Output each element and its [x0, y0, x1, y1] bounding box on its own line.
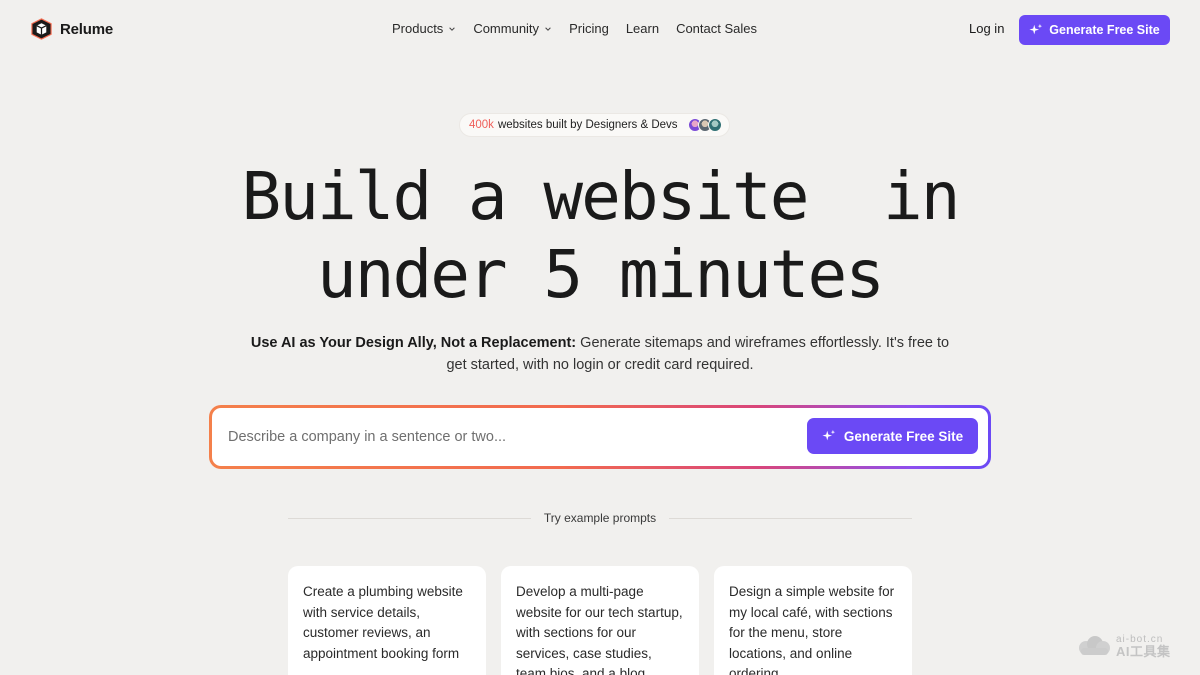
social-proof-badge: 400k websites built by Designers & Devs — [460, 114, 729, 136]
nav-community-label: Community — [473, 21, 540, 36]
nav-contact-sales[interactable]: Contact Sales — [676, 21, 757, 36]
example-prompts-divider: Try example prompts — [288, 510, 913, 526]
watermark-text: ai-bot.cn AI工具集 — [1116, 634, 1171, 658]
watermark: ai-bot.cn AI工具集 — [1076, 634, 1171, 658]
example-prompt-text: Develop a multi-page website for our tec… — [516, 584, 683, 675]
nav-pricing[interactable]: Pricing — [569, 21, 609, 36]
chevron-down-icon — [449, 26, 456, 31]
brand-logo[interactable]: Relume — [30, 17, 113, 41]
nav-generate-label: Generate Free Site — [1049, 23, 1160, 37]
relume-cube-logo-icon — [31, 18, 52, 40]
prompt-box: Generate Free Site — [209, 405, 991, 469]
hero-title: Build a website in under 5 minutes — [0, 158, 1200, 314]
prompt-inner: Generate Free Site — [212, 408, 988, 466]
generate-site-label: Generate Free Site — [843, 428, 964, 444]
login-link[interactable]: Log in — [969, 21, 1004, 36]
nav-pricing-label: Pricing — [569, 21, 609, 36]
avatar-stack — [687, 118, 722, 132]
hero-subtitle-bold: Use AI as Your Design Ally, Not a Replac… — [250, 335, 577, 351]
nav-learn[interactable]: Learn — [626, 21, 659, 36]
chevron-down-icon — [545, 26, 551, 31]
example-prompts-heading: Try example prompts — [543, 511, 657, 525]
divider-line — [288, 517, 531, 519]
example-prompt-text: Design a simple website for my local caf… — [729, 584, 895, 675]
example-prompt-text: Create a plumbing website with service d… — [303, 584, 463, 661]
example-prompt-card[interactable]: Design a simple website for my local caf… — [714, 566, 912, 675]
watermark-logo-icon — [1079, 636, 1110, 655]
company-description-input[interactable] — [228, 408, 788, 466]
avatar — [707, 118, 722, 132]
nav-contact-sales-label: Contact Sales — [676, 21, 757, 36]
hero-title-line-2: under 5 minutes — [316, 236, 885, 313]
brand-name: Relume — [60, 20, 113, 38]
badge-text: websites built by Designers & Devs — [497, 119, 678, 131]
hero-title-line-1: Build a website in — [241, 158, 961, 235]
generate-site-button[interactable]: Generate Free Site — [807, 418, 978, 454]
watermark-name: AI工具集 — [1116, 644, 1171, 659]
nav-community[interactable]: Community — [473, 21, 552, 36]
top-navigation: Relume Products Community Pricing Learn … — [0, 0, 1200, 60]
primary-nav: Products Community Pricing Learn Contact… — [392, 21, 757, 36]
nav-learn-label: Learn — [625, 21, 660, 36]
example-prompt-card[interactable]: Create a plumbing website with service d… — [288, 566, 486, 675]
sparkle-icon — [822, 429, 835, 441]
badge-count: 400k — [469, 119, 494, 131]
sparkle-icon — [1029, 23, 1043, 35]
hero-subtitle: Use AI as Your Design Ally, Not a Replac… — [250, 332, 950, 376]
nav-products-label: Products — [392, 21, 444, 36]
divider-line — [669, 517, 913, 519]
example-prompt-card[interactable]: Develop a multi-page website for our tec… — [501, 566, 699, 675]
nav-products[interactable]: Products — [392, 21, 456, 36]
nav-generate-button[interactable]: Generate Free Site — [1019, 15, 1170, 45]
